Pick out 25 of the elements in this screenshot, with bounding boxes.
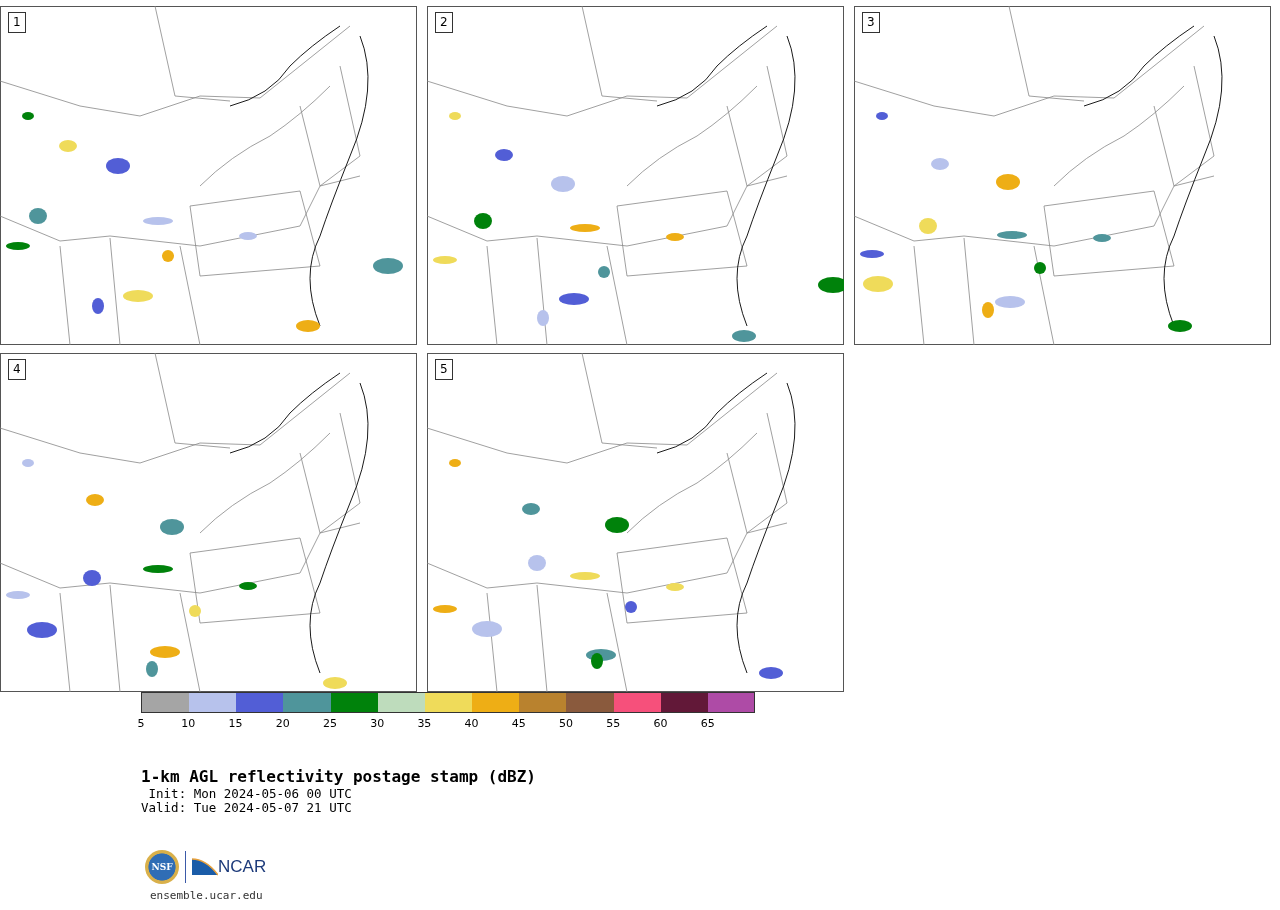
panel-number: 2	[435, 12, 453, 33]
colorbar-tick-label: 40	[464, 717, 479, 730]
ncar-logo-text: NCAR	[218, 857, 267, 877]
nsf-logo: NSF	[145, 850, 179, 884]
colorbar-tick-label: 65	[700, 717, 715, 730]
colorbar-tick-label: 60	[653, 717, 668, 730]
colorbar-tick-label: 10	[181, 717, 196, 730]
plot-title: 1-km AGL reflectivity postage stamp (dBZ)	[141, 767, 537, 787]
colorbar-tick-label: 25	[322, 717, 337, 730]
colorbar-tick-label: 5	[137, 717, 145, 730]
init-time: Init: Mon 2024-05-06 00 UTC	[147, 787, 353, 801]
colorbar-tick-label: 50	[559, 717, 574, 730]
colorbar-tick-label: 55	[606, 717, 621, 730]
colorbar-tick-label: 45	[511, 717, 526, 730]
swoosh-icon	[192, 857, 218, 877]
colorbar-tick-label: 35	[417, 717, 432, 730]
panel-number: 4	[8, 359, 26, 380]
panel-number: 1	[8, 12, 26, 33]
colorbar-tick-label: 15	[228, 717, 243, 730]
valid-time: Valid: Tue 2024-05-07 21 UTC	[141, 801, 353, 815]
panel-number: 3	[862, 12, 880, 33]
website-url: ensemble.ucar.edu	[150, 889, 264, 902]
colorbar-tick-label: 30	[370, 717, 385, 730]
panel-number: 5	[435, 359, 453, 380]
colorbar-tick-label: 20	[275, 717, 290, 730]
